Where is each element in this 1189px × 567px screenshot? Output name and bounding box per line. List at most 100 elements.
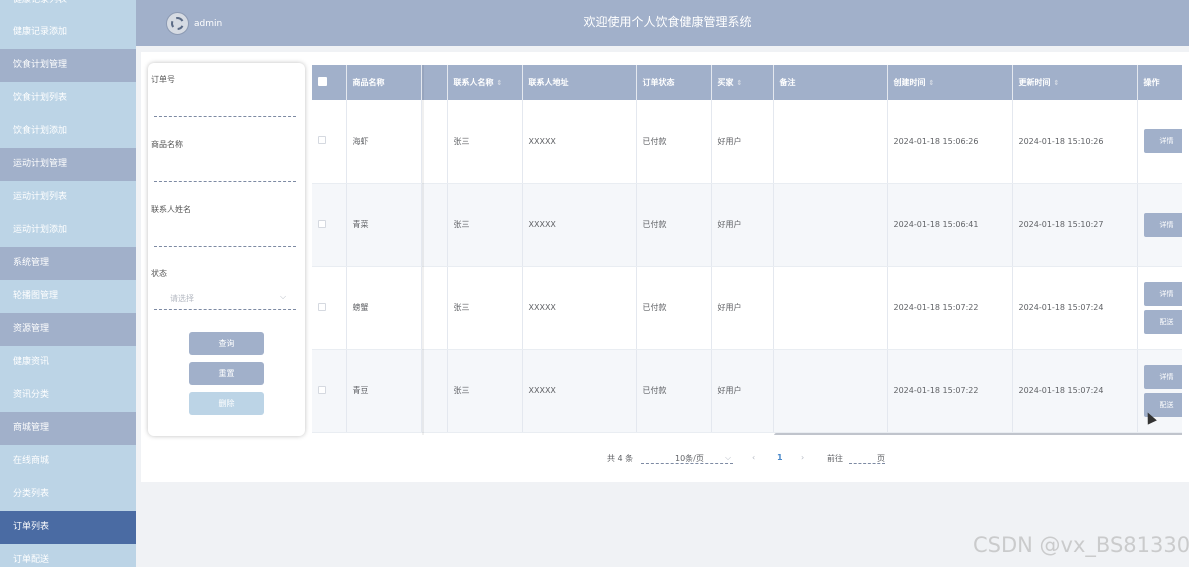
order-table: 商品名称 联系人名称 ⇕ 联系人地址 订单状态 买家 ⇕ 备注 创建时间 ⇕ 更新时间… [312, 65, 1182, 435]
product-name-label: 商品名称 [151, 140, 183, 149]
cell-product: 青菜 [346, 183, 422, 267]
sidebar-item[interactable]: 健康记录列表 [0, 0, 136, 16]
deliver-button[interactable]: 配送 [1143, 309, 1181, 334]
row-checkbox[interactable] [312, 349, 347, 433]
cell-remark [773, 183, 888, 267]
sidebar-item[interactable]: 订单列表 [0, 511, 136, 544]
sidebar-item[interactable]: 轮播图管理 [0, 280, 136, 313]
sidebar-item[interactable]: 系统管理 [0, 247, 136, 280]
chevron-down-icon: ⌵ [725, 453, 732, 462]
select-all-checkbox[interactable] [312, 65, 347, 100]
table-row: 青菜 张三 XXXXX 已付款 好用户 2024-01-18 15:06:41 2024-0… [312, 183, 1182, 267]
row-checkbox[interactable] [312, 266, 347, 350]
cell-updated: 2024-01-18 15:10:27 [1012, 183, 1138, 267]
column-header[interactable]: 更新时间 ⇕ [1012, 65, 1138, 100]
column-header: 订单状态 [636, 65, 712, 100]
watermark: CSDN @vx_BS81330 [973, 533, 1189, 557]
prev-page-button[interactable]: ‹ [752, 453, 755, 462]
column-header-label: 订单状态 [642, 78, 675, 87]
sidebar-item[interactable]: 订单配送 [0, 544, 136, 567]
sidebar-item[interactable]: 运动计划添加 [0, 214, 136, 247]
cell-updated: 2024-01-18 15:07:24 [1012, 266, 1138, 350]
order-no-input[interactable] [154, 116, 296, 117]
sidebar-item[interactable]: 商城管理 [0, 412, 136, 445]
column-header-label: 联系人名称 [453, 78, 494, 87]
cell-status: 已付款 [636, 183, 712, 267]
current-page[interactable]: 1 [777, 453, 783, 462]
sidebar-item[interactable]: 饮食计划添加 [0, 115, 136, 148]
sidebar-item[interactable]: 健康记录添加 [0, 16, 136, 49]
cell-buyer: 好用户 [711, 183, 774, 267]
cell-contact: 张三 [447, 183, 523, 267]
cell-updated: 2024-01-18 15:07:24 [1012, 349, 1138, 433]
sort-icon[interactable]: ⇕ [1054, 79, 1060, 87]
cell-address: XXXXX [522, 100, 637, 184]
sidebar-item[interactable]: 分类列表 [0, 478, 136, 511]
column-header-label: 更新时间 [1018, 78, 1051, 87]
cell-contact: 张三 [447, 100, 523, 184]
table-header-row: 商品名称 联系人名称 ⇕ 联系人地址 订单状态 买家 ⇕ 备注 创建时间 ⇕ 更新时间… [312, 65, 1182, 100]
row-checkbox[interactable] [312, 100, 347, 184]
row-checkbox[interactable] [312, 183, 347, 267]
detail-button[interactable]: 详情 [1143, 364, 1181, 389]
sidebar-item[interactable]: 饮食计划管理 [0, 49, 136, 82]
cell-product: 海虾 [346, 100, 422, 184]
page-size-select[interactable]: 10条/页 [641, 450, 733, 464]
sidebar-item[interactable]: 饮食计划列表 [0, 82, 136, 115]
cell-status: 已付款 [636, 349, 712, 433]
sidebar-item[interactable]: 健康资讯 [0, 346, 136, 379]
column-header: 备注 [773, 65, 888, 100]
column-header-blank [421, 65, 448, 100]
page-unit-label: 页 [877, 454, 885, 463]
horizontal-scrollbar[interactable] [774, 433, 1182, 435]
delete-button[interactable]: 删除 [189, 392, 264, 415]
cell-remark [773, 100, 888, 184]
column-header[interactable]: 联系人名称 ⇕ [447, 65, 523, 100]
column-header-label: 操作 [1143, 78, 1160, 87]
sidebar-item[interactable]: 在线商城 [0, 445, 136, 478]
detail-button[interactable]: 详情 [1143, 129, 1181, 154]
cell-buyer: 好用户 [711, 349, 774, 433]
cell-actions: 详情 [1137, 183, 1182, 267]
cell-contact: 张三 [447, 349, 523, 433]
sidebar-item[interactable]: 资讯分类 [0, 379, 136, 412]
cell-product: 螃蟹 [346, 266, 422, 350]
contact-name-label: 联系人姓名 [151, 205, 191, 214]
cell-remark [773, 349, 888, 433]
content-panel: 订单号 商品名称 联系人姓名 状态 请选择 ⌵ 查询 重置 删除 商品名称 联系… [141, 52, 1189, 482]
sort-icon[interactable]: ⇕ [497, 79, 503, 87]
cell-actions: 详情 配送 [1137, 349, 1182, 433]
cell-actions: 详情 配送 [1137, 266, 1182, 350]
sidebar-item[interactable]: 运动计划列表 [0, 181, 136, 214]
cell-address: XXXXX [522, 266, 637, 350]
sidebar-item[interactable]: 资源管理 [0, 313, 136, 346]
cell-created: 2024-01-18 15:06:26 [887, 100, 1013, 184]
table-row: 海虾 张三 XXXXX 已付款 好用户 2024-01-18 15:06:26 2024-0… [312, 100, 1182, 184]
detail-button[interactable]: 详情 [1143, 281, 1181, 306]
cell-address: XXXXX [522, 183, 637, 267]
sidebar-item[interactable]: 运动计划管理 [0, 148, 136, 181]
sort-icon[interactable]: ⇕ [737, 79, 743, 87]
column-header-label: 备注 [779, 78, 796, 87]
contact-name-input[interactable] [154, 246, 296, 247]
query-button[interactable]: 查询 [189, 332, 264, 355]
cell-status: 已付款 [636, 266, 712, 350]
status-select[interactable] [154, 309, 296, 310]
cell-remark [773, 266, 888, 350]
cell-blank [421, 266, 448, 350]
column-header: 操作 [1137, 65, 1182, 100]
detail-button[interactable]: 详情 [1143, 212, 1181, 237]
cell-actions: 详情 [1137, 100, 1182, 184]
fixed-column-shadow [422, 65, 424, 435]
next-page-button[interactable]: › [801, 453, 804, 462]
column-header[interactable]: 买家 ⇕ [711, 65, 774, 100]
cell-buyer: 好用户 [711, 100, 774, 184]
status-select-placeholder: 请选择 [170, 294, 194, 303]
chevron-down-icon: ⌵ [280, 292, 287, 301]
sort-icon[interactable]: ⇕ [929, 79, 935, 87]
top-header: admin 欢迎使用个人饮食健康管理系统 [136, 0, 1189, 46]
product-name-input[interactable] [154, 181, 296, 182]
reset-button[interactable]: 重置 [189, 362, 264, 385]
column-header[interactable]: 创建时间 ⇕ [887, 65, 1013, 100]
cell-address: XXXXX [522, 349, 637, 433]
